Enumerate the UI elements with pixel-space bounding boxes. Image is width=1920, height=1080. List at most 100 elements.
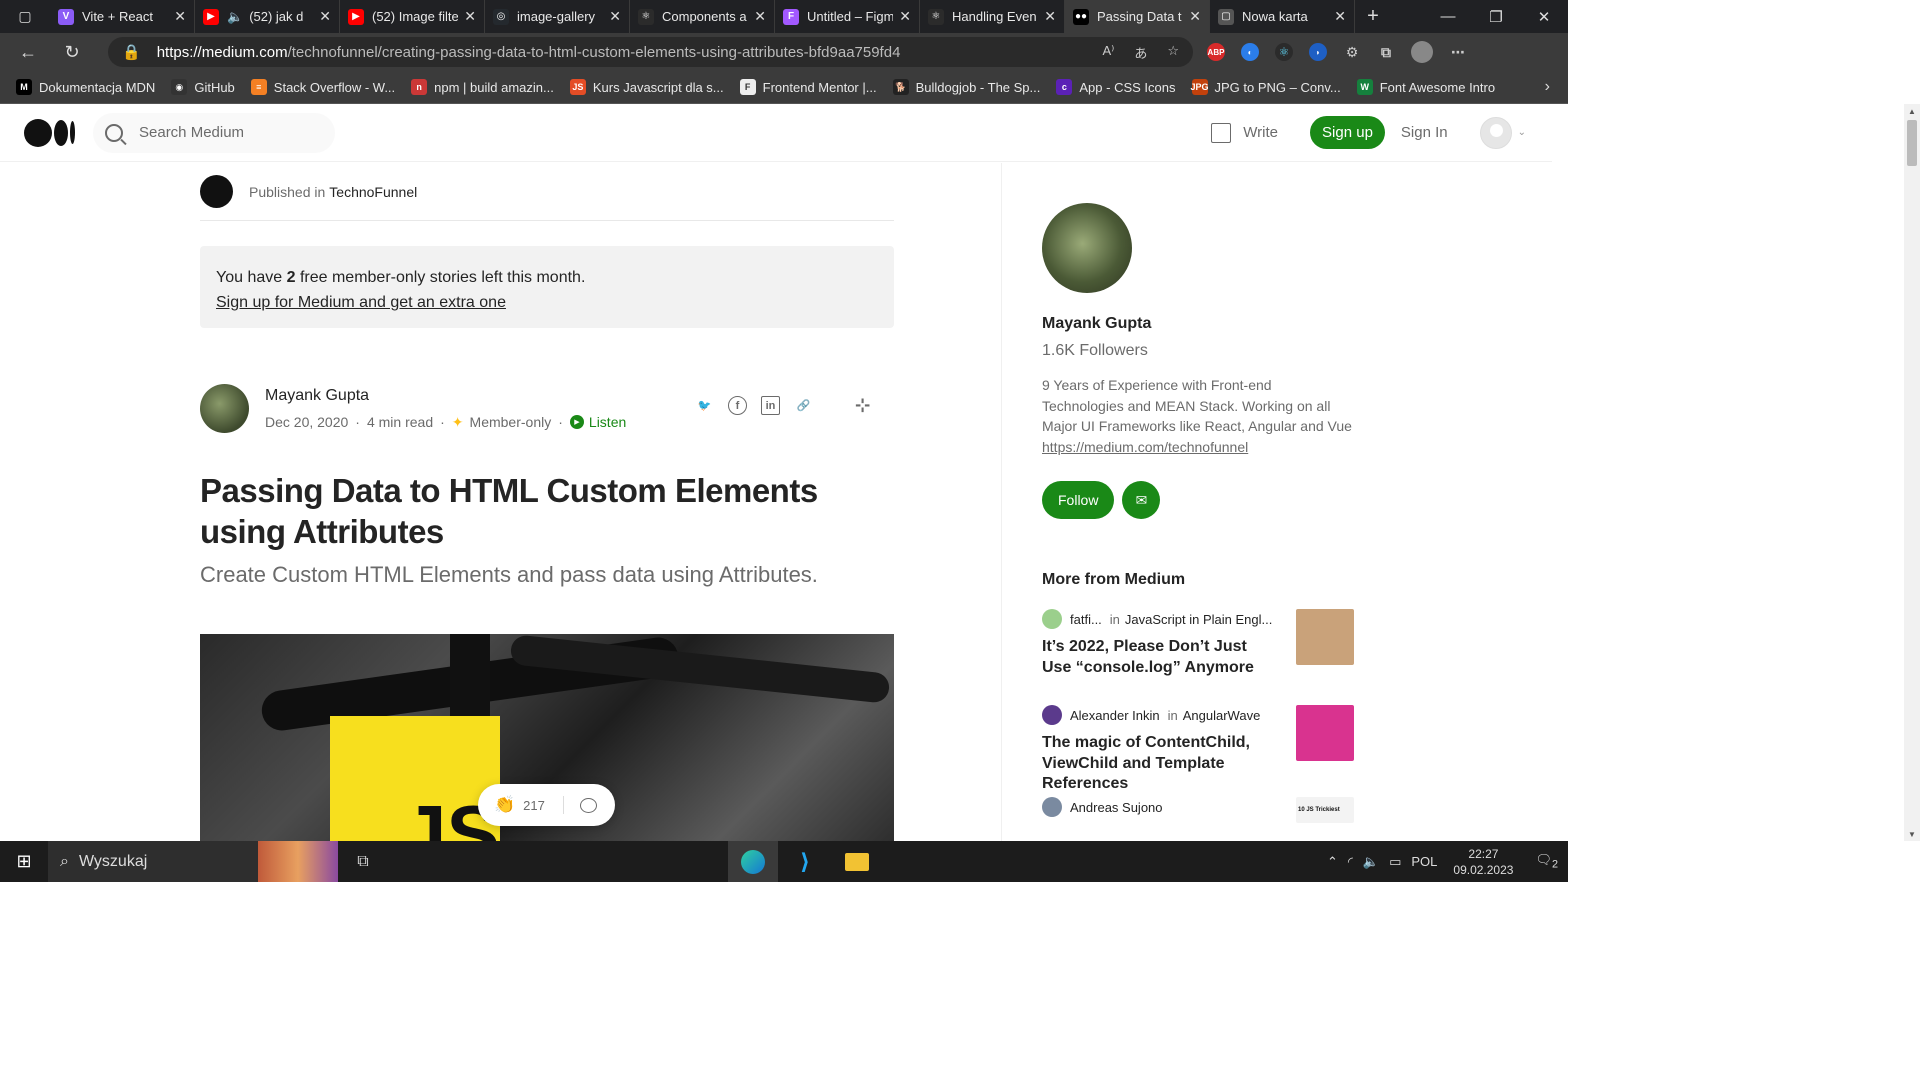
favorite-icon[interactable]: ☆ — [1167, 43, 1179, 62]
scroll-down-icon[interactable]: ▼ — [1908, 830, 1916, 839]
tab-close-icon[interactable]: ✕ — [899, 8, 911, 25]
chevron-down-icon[interactable]: ⌄ — [1518, 127, 1526, 138]
tab-close-icon[interactable]: ✕ — [174, 8, 186, 25]
translate-icon[interactable]: あ — [1134, 43, 1147, 62]
maximize-button[interactable]: ❐ — [1472, 8, 1520, 26]
recommendation-item[interactable]: Andreas Sujono 10 JS Trickiest — [1042, 797, 1354, 841]
profile-icon[interactable] — [1411, 41, 1433, 63]
taskbar-search[interactable]: ⌕ Wyszukaj — [48, 841, 338, 882]
browser-tab[interactable]: ▢ Nowa karta ✕ — [1210, 0, 1355, 33]
volume-icon[interactable]: 🔈 — [1363, 854, 1379, 870]
tab-close-icon[interactable]: ✕ — [1189, 8, 1201, 25]
tab-close-icon[interactable]: ✕ — [319, 8, 331, 25]
rec-title[interactable]: It’s 2022, Please Don’t Just Use “consol… — [1042, 637, 1272, 678]
tab-actions-icon[interactable]: ▢ — [0, 0, 50, 33]
rec-author[interactable]: Andreas Sujono — [1070, 800, 1163, 815]
signin-link[interactable]: Sign In — [1401, 124, 1448, 141]
bookmark-item[interactable]: F Frontend Mentor |... — [739, 79, 877, 95]
bookmark-item[interactable]: M Dokumentacja MDN — [16, 79, 155, 95]
publication-name[interactable]: TechnoFunnel — [329, 184, 417, 200]
publication-logo[interactable] — [200, 175, 233, 208]
new-tab-button[interactable]: + — [1355, 5, 1391, 28]
read-aloud-icon[interactable]: A⁾ — [1102, 43, 1114, 62]
windows-start-icon[interactable]: ⊞ — [0, 851, 48, 872]
bookmark-item[interactable]: JS Kurs Javascript dla s... — [569, 79, 724, 95]
browser-tab[interactable]: V Vite + React ✕ — [50, 0, 195, 33]
tab-close-icon[interactable]: ✕ — [464, 8, 476, 25]
rec-author-avatar[interactable] — [1042, 797, 1062, 817]
rec-author[interactable]: Alexander Inkin — [1070, 708, 1160, 723]
browser-tab[interactable]: ●● Passing Data t ✕ — [1065, 0, 1210, 33]
followers-count[interactable]: 1.6K Followers — [1042, 342, 1354, 360]
rec-thumbnail[interactable] — [1296, 609, 1354, 665]
twitter-icon[interactable]: 🐦 — [695, 396, 714, 415]
more-menu-icon[interactable]: ⋯ — [1449, 43, 1467, 61]
edge-app-icon[interactable] — [728, 841, 778, 882]
bookmark-item[interactable]: c App - CSS Icons — [1056, 79, 1176, 95]
write-button[interactable]: Write — [1211, 122, 1278, 143]
extension-wave-icon[interactable]: ◗ — [1309, 43, 1327, 61]
tab-audio-icon[interactable]: 🔈 — [227, 9, 243, 25]
bookmark-item[interactable]: W Font Awesome Intro — [1356, 79, 1495, 95]
profile-avatar[interactable] — [1042, 203, 1132, 293]
rec-author-avatar[interactable] — [1042, 705, 1062, 725]
recommendation-item[interactable]: Alexander Inkin in AngularWave The magic of… — [1042, 705, 1354, 792]
listen-button[interactable]: ▶ Listen — [569, 414, 626, 430]
react-devtools-icon[interactable]: ⚛ — [1275, 43, 1293, 61]
bookmarks-overflow-icon[interactable]: › — [1545, 78, 1550, 96]
tab-close-icon[interactable]: ✕ — [609, 8, 621, 25]
back-button[interactable]: ← — [6, 42, 50, 63]
browser-tab[interactable]: ▶ (52) Image filte ✕ — [340, 0, 485, 33]
recommendation-item[interactable]: fatfi... in JavaScript in Plain Engl... It’… — [1042, 609, 1354, 691]
refresh-button[interactable]: ↻ — [50, 42, 94, 63]
rec-publication[interactable]: AngularWave — [1183, 708, 1261, 723]
file-explorer-icon[interactable] — [832, 841, 882, 882]
clap-icon[interactable]: 👏 — [494, 795, 515, 815]
banner-signup-link[interactable]: Sign up for Medium and get an extra one — [216, 290, 878, 315]
medium-logo[interactable] — [24, 118, 75, 147]
wifi-icon[interactable]: ◜ — [1348, 854, 1353, 870]
page-scrollbar[interactable]: ▲ ▼ — [1904, 104, 1920, 841]
search-input[interactable]: Search Medium — [93, 112, 335, 153]
bookmark-item[interactable]: ◉ GitHub — [171, 79, 235, 95]
bookmark-item[interactable]: 🐕 Bulldogjob - The Sp... — [892, 79, 1040, 95]
avatar[interactable] — [1479, 116, 1512, 149]
language-indicator[interactable]: POL — [1411, 854, 1437, 869]
profile-name[interactable]: Mayank Gupta — [1042, 315, 1354, 333]
signup-button[interactable]: Sign up — [1310, 116, 1385, 149]
rec-thumbnail[interactable]: 10 JS Trickiest — [1296, 797, 1354, 823]
subscribe-email-button[interactable]: ✉ — [1122, 481, 1161, 519]
follow-button[interactable]: Follow — [1042, 481, 1115, 519]
author-name[interactable]: Mayank Gupta — [265, 387, 626, 405]
task-view-icon[interactable]: ⧉ — [338, 853, 388, 871]
browser-tab[interactable]: ⚛ Handling Even ✕ — [920, 0, 1065, 33]
rec-publication[interactable]: JavaScript in Plain Engl... — [1125, 612, 1272, 627]
notification-icon[interactable]: 🗨2 — [1535, 852, 1558, 871]
clock[interactable]: 22:27 09.02.2023 — [1453, 846, 1513, 878]
bookmark-item[interactable]: n npm | build amazin... — [411, 79, 554, 95]
adblock-icon[interactable]: ABP — [1207, 43, 1225, 61]
linkedin-icon[interactable]: in — [761, 396, 780, 415]
tab-close-icon[interactable]: ✕ — [754, 8, 766, 25]
bookmark-icon[interactable]: ⊹ — [853, 395, 872, 415]
browser-tab[interactable]: ⚛ Components a ✕ — [630, 0, 775, 33]
clap-count[interactable]: 217 — [523, 798, 545, 813]
tab-close-icon[interactable]: ✕ — [1334, 8, 1346, 25]
scroll-up-icon[interactable]: ▲ — [1908, 107, 1916, 116]
bookmark-item[interactable]: ≡ Stack Overflow - W... — [250, 79, 395, 95]
bio-link[interactable]: https://medium.com/technofunnel — [1042, 439, 1248, 455]
link-icon[interactable]: 🔗 — [794, 396, 813, 415]
collections-icon[interactable]: ⧉ — [1377, 43, 1395, 61]
url-input[interactable]: 🔒 https://medium.com/technofunnel/creati… — [108, 37, 1193, 67]
rec-author-avatar[interactable] — [1042, 609, 1062, 629]
extension-blue-icon[interactable]: ◐ — [1241, 43, 1259, 61]
rec-thumbnail[interactable] — [1296, 705, 1354, 761]
minimize-button[interactable]: — — [1424, 8, 1472, 26]
bookmark-item[interactable]: JPG JPG to PNG – Conv... — [1191, 79, 1341, 95]
vscode-app-icon[interactable]: ⟩ — [780, 841, 830, 882]
browser-tab[interactable]: ▶ 🔈 (52) jak d ✕ — [195, 0, 340, 33]
browser-tab[interactable]: F Untitled – Figm ✕ — [775, 0, 920, 33]
author-avatar[interactable] — [200, 384, 249, 433]
tray-chevron-icon[interactable]: ⌃ — [1327, 854, 1338, 870]
rec-title[interactable]: The magic of ContentChild, ViewChild and… — [1042, 733, 1272, 795]
